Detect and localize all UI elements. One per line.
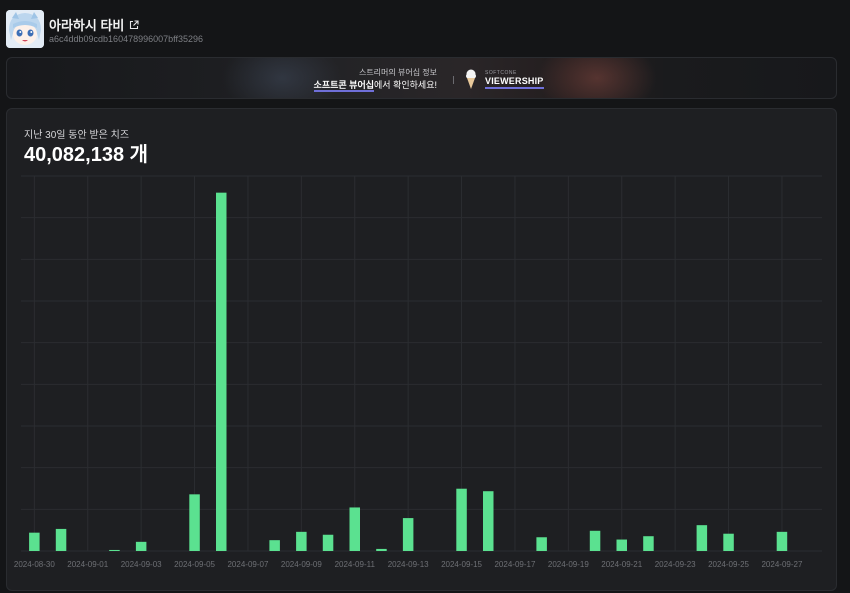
- x-tick-label: 2024-09-19: [548, 560, 589, 569]
- banner-line2-rest: 에서 확인하세요!: [374, 80, 437, 90]
- bar-2024-09-15[interactable]: [456, 488, 467, 551]
- x-tick-label: 2024-09-09: [281, 560, 322, 569]
- banner-highlight: 소프트콘 뷰어십: [313, 80, 375, 92]
- cheese-chart-card: 지난 30일 동안 받은 치즈 40,082,138 개 2024-08-30 2…: [6, 108, 837, 591]
- x-tick-label: 2024-09-15: [441, 560, 482, 569]
- bar-2024-09-02[interactable]: [109, 549, 120, 551]
- x-tick-label: 2024-09-27: [761, 560, 802, 569]
- channel-title[interactable]: 아라하시 타비: [49, 15, 139, 34]
- x-tick-label: 2024-09-21: [601, 560, 642, 569]
- channel-id: a6c4ddb09cdb160478996007bff35296: [49, 34, 203, 44]
- x-tick-label: 2024-09-23: [655, 560, 696, 569]
- external-link-icon[interactable]: [129, 19, 139, 30]
- bar-2024-09-24[interactable]: [696, 525, 708, 551]
- banner-line1: 스트리머의 뷰어십 정보: [358, 68, 437, 77]
- cheese-bar-chart: 2024-08-30 2024-09-01 2024-09-03 2024-09-05…: [14, 175, 822, 569]
- bar-2024-09-06[interactable]: [216, 192, 227, 551]
- bar-2024-09-13[interactable]: [402, 518, 414, 551]
- bar-2024-09-10[interactable]: [322, 534, 334, 551]
- x-tick-label: 2024-09-13: [388, 560, 429, 569]
- bar-2024-09-22[interactable]: [643, 536, 654, 551]
- banner-glow-right: [537, 58, 657, 98]
- bar-2024-08-31[interactable]: [55, 528, 67, 551]
- bar-2024-09-16[interactable]: [483, 491, 494, 551]
- bar-2024-09-25[interactable]: [723, 533, 734, 551]
- channel-avatar[interactable]: [6, 10, 44, 48]
- x-tick-label: 2024-09-03: [121, 560, 162, 569]
- bar-2024-09-03[interactable]: [135, 541, 147, 551]
- banner-text: 스트리머의 뷰어십 정보 소프트콘 뷰어십에서 확인하세요!: [307, 67, 437, 92]
- banner-logo-main: VIEWERSHIP: [485, 76, 544, 89]
- x-tick-label: 2024-09-05: [174, 560, 215, 569]
- channel-header: 아라하시 타비 a6c4ddb09cdb160478996007bff35296: [6, 10, 846, 50]
- ice-cream-cone-icon: [466, 69, 476, 89]
- viewership-logo: SOFTCONE VIEWERSHIP: [485, 70, 544, 89]
- x-tick-label: 2024-09-07: [227, 560, 268, 569]
- bar-2024-09-05[interactable]: [189, 494, 200, 551]
- x-tick-label: 2024-09-01: [67, 560, 108, 569]
- x-tick-label: 2024-09-11: [335, 560, 376, 569]
- bar-2024-09-12[interactable]: [376, 548, 387, 551]
- bar-2024-09-11[interactable]: [349, 507, 361, 551]
- bar-2024-09-09[interactable]: [296, 531, 307, 551]
- bar-2024-08-30[interactable]: [29, 532, 40, 551]
- channel-name[interactable]: 아라하시 타비: [49, 15, 124, 34]
- bar-2024-09-18[interactable]: [536, 537, 547, 551]
- bar-2024-09-27[interactable]: [776, 531, 788, 551]
- bar-2024-09-20[interactable]: [589, 530, 601, 551]
- x-tick-label: 2024-08-30: [14, 560, 55, 569]
- x-tick-label: 2024-09-25: [708, 560, 749, 569]
- viewership-banner[interactable]: 스트리머의 뷰어십 정보 소프트콘 뷰어십에서 확인하세요! SOFTCONE …: [6, 57, 837, 99]
- banner-divider: [453, 76, 454, 84]
- avatar-image: [6, 10, 44, 48]
- x-tick-label: 2024-09-17: [494, 560, 535, 569]
- bar-2024-09-08[interactable]: [269, 540, 280, 551]
- bar-2024-09-21[interactable]: [616, 539, 628, 551]
- banner-line2: 소프트콘 뷰어십에서 확인하세요!: [307, 79, 437, 92]
